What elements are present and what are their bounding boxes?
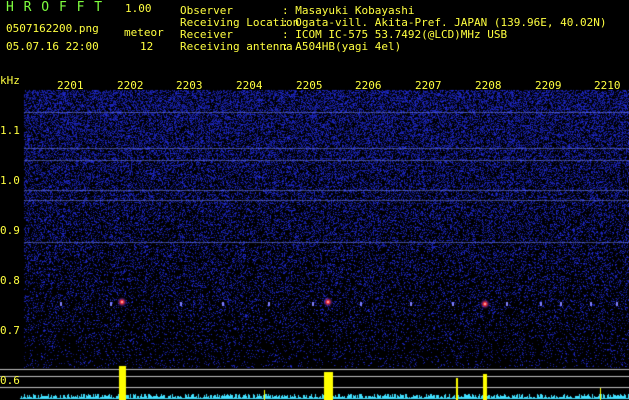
x-tick-label: 2206 [355, 79, 382, 92]
y-tick-label: 1.1 [0, 124, 20, 137]
y-tick-label: 0.7 [0, 324, 20, 337]
x-tick-label: 2205 [296, 79, 323, 92]
spectrogram-canvas [0, 0, 629, 400]
x-tick-label: 2210 [594, 79, 621, 92]
info-label-antenna: Receiving antenna [180, 40, 293, 53]
x-tick-label: 2204 [236, 79, 263, 92]
info-value-antenna: : A504HB(yagi 4el) [282, 40, 402, 53]
filename: 0507162200.png [6, 22, 99, 35]
y-tick-label: 0.6 [0, 374, 20, 387]
x-tick-label: 2209 [535, 79, 562, 92]
x-tick-label: 2207 [415, 79, 442, 92]
y-tick-label: 0.9 [0, 224, 20, 237]
x-tick-label: 2202 [117, 79, 144, 92]
meteor-label: meteor [124, 26, 164, 39]
x-tick-label: 2203 [176, 79, 203, 92]
y-tick-label: 1.0 [0, 174, 20, 187]
x-tick-label: 2201 [57, 79, 84, 92]
app-name: H R O F F T [6, 0, 104, 15]
x-tick-label: 2208 [475, 79, 502, 92]
y-tick-label: 0.8 [0, 274, 20, 287]
datetime: 05.07.16 22:00 [6, 40, 99, 53]
y-axis-unit: kHz [0, 74, 20, 87]
app-version: 1.00 [125, 2, 152, 15]
meteor-count: 12 [140, 40, 154, 53]
